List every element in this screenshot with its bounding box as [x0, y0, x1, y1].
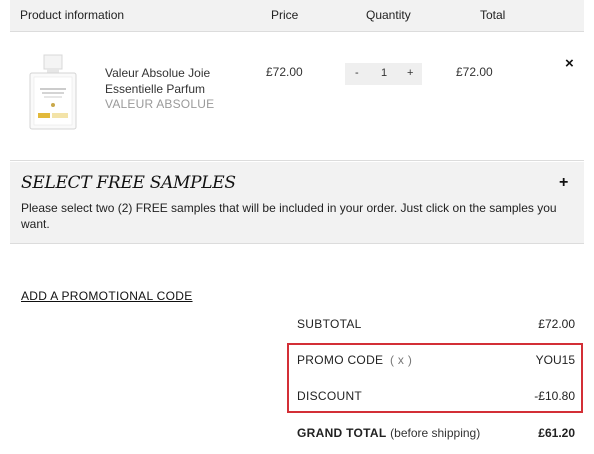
- subtotal-value: £72.00: [538, 317, 575, 331]
- quantity-decrease-button[interactable]: -: [355, 67, 359, 79]
- header-quantity: Quantity: [366, 8, 411, 22]
- free-samples-section: SELECT FREE SAMPLES + Please select two …: [10, 162, 584, 244]
- remove-item-close-icon[interactable]: ×: [565, 55, 574, 72]
- grand-total-value: £61.20: [538, 426, 575, 440]
- free-samples-description: Please select two (2) FREE samples that …: [21, 201, 557, 231]
- product-price: £72.00: [266, 65, 303, 79]
- header-total: Total: [480, 8, 506, 22]
- cart-table-header: Product information Price Quantity Total: [10, 0, 584, 32]
- grand-total-label: GRAND TOTAL: [297, 426, 387, 440]
- subtotal-label: SUBTOTAL: [297, 317, 362, 331]
- product-name[interactable]: Valeur Absolue Joie Essentielle Parfum: [105, 65, 235, 97]
- quantity-stepper: - 1 +: [345, 63, 422, 85]
- expand-samples-plus-icon[interactable]: +: [559, 174, 568, 192]
- grand-total-label-wrap: GRAND TOTAL (before shipping): [297, 426, 480, 440]
- promo-discount-highlight-box: [287, 343, 583, 413]
- free-samples-title[interactable]: SELECT FREE SAMPLES: [21, 173, 236, 193]
- product-image[interactable]: [26, 53, 80, 133]
- product-brand[interactable]: VALEUR ABSOLUE: [105, 97, 214, 111]
- quantity-increase-button[interactable]: +: [407, 67, 413, 79]
- quantity-value[interactable]: 1: [381, 67, 387, 79]
- add-promotional-code-link[interactable]: ADD A PROMOTIONAL CODE: [21, 289, 193, 303]
- cart-item-row: Valeur Absolue Joie Essentielle Parfum V…: [10, 33, 584, 161]
- header-price: Price: [271, 8, 299, 22]
- product-line-total: £72.00: [456, 65, 493, 79]
- header-product-information: Product information: [20, 8, 125, 22]
- grand-total-note: (before shipping): [390, 426, 481, 440]
